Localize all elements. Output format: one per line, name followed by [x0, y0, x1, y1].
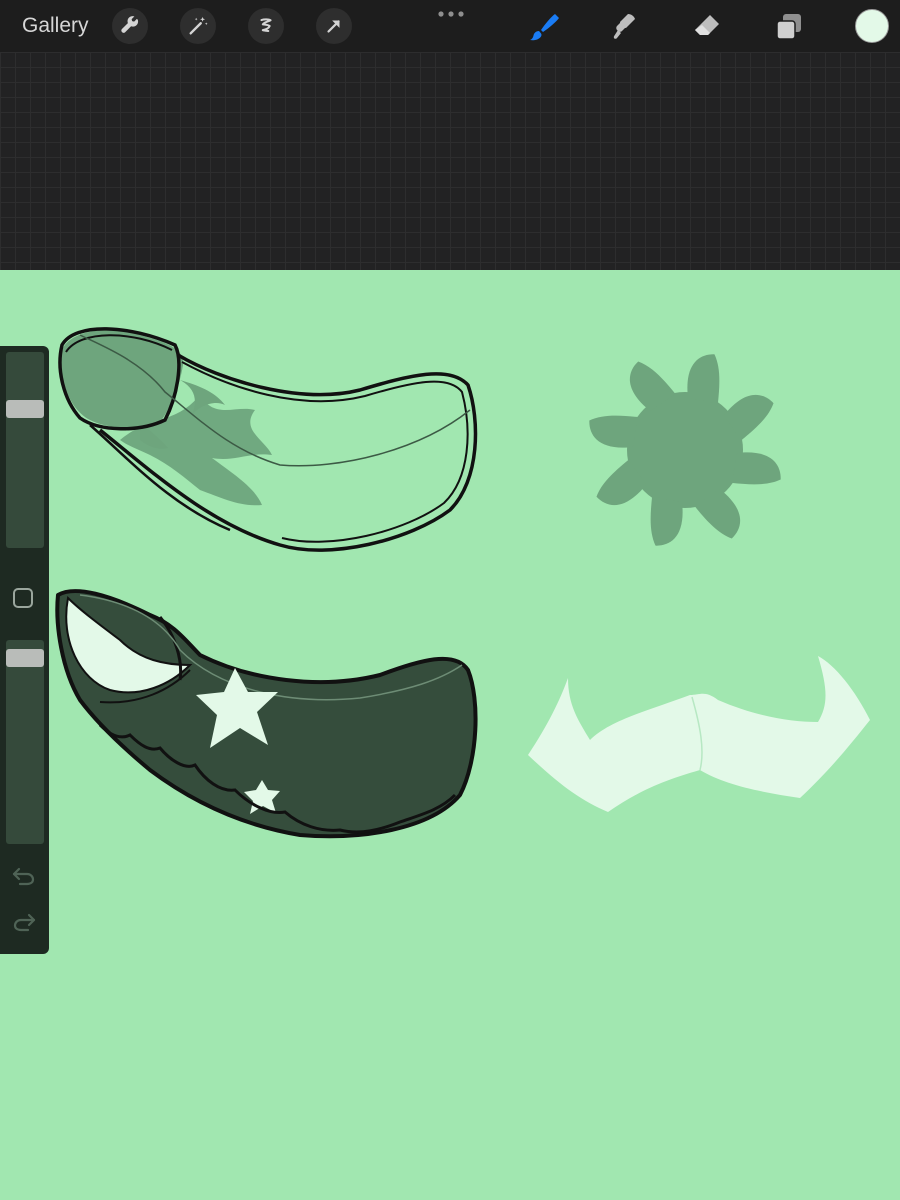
- modify-square-icon[interactable]: [13, 588, 33, 608]
- more-ellipsis-icon[interactable]: [436, 6, 466, 22]
- selection-button[interactable]: [248, 8, 284, 44]
- layers-tool-button[interactable]: [772, 10, 806, 44]
- smudge-tool-button[interactable]: [608, 10, 642, 44]
- undo-icon[interactable]: [11, 864, 37, 888]
- sketch-horn-drawing: [58, 327, 478, 552]
- opacity-slider[interactable]: [6, 640, 44, 844]
- colored-horn-drawing: [55, 589, 478, 839]
- selection-icon: [260, 18, 272, 33]
- eraser-icon: [695, 15, 719, 35]
- wing-shape-drawing: [528, 656, 870, 812]
- smudge-icon: [613, 14, 635, 39]
- brush-size-slider-thumb[interactable]: [6, 400, 44, 418]
- actions-button[interactable]: [112, 8, 148, 44]
- top-toolbar: Gallery: [0, 0, 900, 52]
- canvas-artwork: [55, 327, 870, 839]
- brush-sidebar: [0, 346, 49, 954]
- layers-icon: [776, 14, 801, 40]
- gallery-button[interactable]: Gallery: [22, 13, 89, 39]
- redo-icon[interactable]: [11, 910, 37, 934]
- transform-button[interactable]: [316, 8, 352, 44]
- paint-tool-button[interactable]: [526, 10, 560, 44]
- magic-wand-icon: [189, 16, 208, 35]
- sun-emblem-drawing: [589, 354, 781, 546]
- adjustments-button[interactable]: [180, 8, 216, 44]
- workspace-grid-background: [0, 52, 900, 270]
- opacity-slider-thumb[interactable]: [6, 649, 44, 667]
- brush-size-slider[interactable]: [6, 352, 44, 548]
- wrench-icon: [121, 16, 139, 33]
- color-picker-swatch[interactable]: [855, 9, 889, 43]
- arrow-transform-icon: [327, 20, 340, 33]
- erase-tool-button[interactable]: [690, 10, 724, 44]
- brush-icon: [530, 14, 559, 41]
- drawing-canvas[interactable]: [0, 270, 900, 1200]
